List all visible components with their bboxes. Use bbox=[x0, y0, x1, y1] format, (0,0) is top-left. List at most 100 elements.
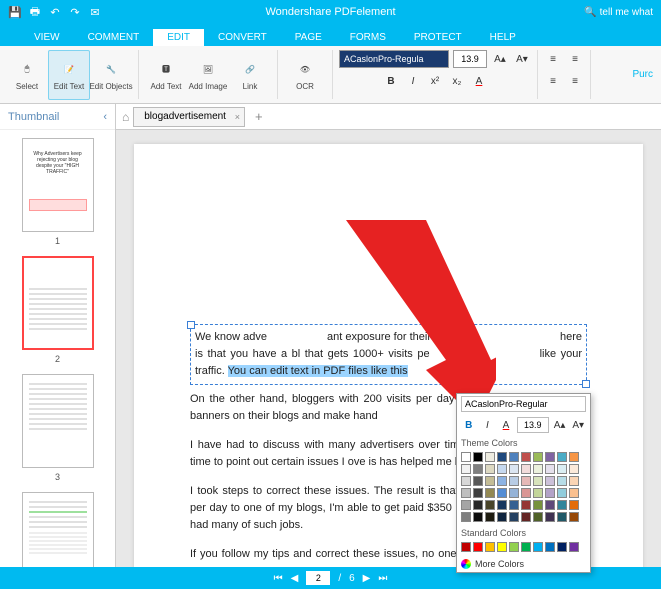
color-swatch[interactable] bbox=[521, 476, 531, 486]
color-swatch[interactable] bbox=[461, 542, 471, 552]
color-swatch[interactable] bbox=[545, 488, 555, 498]
font-name-select[interactable] bbox=[339, 50, 449, 68]
align-center-button[interactable]: ≡ bbox=[566, 50, 584, 68]
color-swatch[interactable] bbox=[461, 452, 471, 462]
align-justify-button[interactable]: ≡ bbox=[566, 72, 584, 90]
color-swatch[interactable] bbox=[485, 500, 495, 510]
more-colors-button[interactable]: More Colors bbox=[457, 556, 590, 572]
color-swatch[interactable] bbox=[461, 500, 471, 510]
first-page-icon[interactable]: ⏮ bbox=[274, 573, 283, 584]
color-swatch[interactable] bbox=[569, 500, 579, 510]
color-swatch[interactable] bbox=[545, 500, 555, 510]
tell-me-search[interactable]: 🔍 tell me what bbox=[584, 7, 653, 18]
color-swatch[interactable] bbox=[509, 512, 519, 522]
color-swatch[interactable] bbox=[485, 464, 495, 474]
add-text-button[interactable]: 🆃Add Text bbox=[145, 50, 187, 100]
color-swatch[interactable] bbox=[509, 488, 519, 498]
color-swatch[interactable] bbox=[569, 464, 579, 474]
color-swatch[interactable] bbox=[521, 542, 531, 552]
font-color-button[interactable]: A bbox=[470, 72, 488, 90]
thumb-page-1[interactable]: Why Advertisers keep rejecting your blog… bbox=[22, 138, 94, 232]
color-swatch[interactable] bbox=[533, 464, 543, 474]
color-swatch[interactable] bbox=[485, 476, 495, 486]
purchase-link[interactable]: Purc bbox=[624, 69, 661, 80]
link-button[interactable]: 🔗Link bbox=[229, 50, 271, 100]
color-swatch[interactable] bbox=[545, 512, 555, 522]
color-swatch[interactable] bbox=[473, 512, 483, 522]
color-swatch[interactable] bbox=[509, 542, 519, 552]
color-swatch[interactable] bbox=[533, 542, 543, 552]
color-swatch[interactable] bbox=[557, 542, 567, 552]
superscript-button[interactable]: x² bbox=[426, 72, 444, 90]
select-button[interactable]: 🖱Select bbox=[6, 50, 48, 100]
color-swatch[interactable] bbox=[473, 464, 483, 474]
color-swatch[interactable] bbox=[557, 500, 567, 510]
edit-text-button[interactable]: 📝Edit Text bbox=[48, 50, 90, 100]
color-swatch[interactable] bbox=[473, 476, 483, 486]
color-swatch[interactable] bbox=[557, 512, 567, 522]
italic-button[interactable]: I bbox=[404, 72, 422, 90]
color-swatch[interactable] bbox=[521, 512, 531, 522]
color-swatch[interactable] bbox=[473, 452, 483, 462]
tab-edit[interactable]: EDIT bbox=[153, 29, 204, 46]
font-size-select[interactable] bbox=[453, 50, 487, 68]
color-swatch[interactable] bbox=[509, 500, 519, 510]
color-swatch[interactable] bbox=[557, 476, 567, 486]
thumb-page-3[interactable] bbox=[22, 374, 94, 468]
color-swatch[interactable] bbox=[461, 488, 471, 498]
prev-page-icon[interactable]: ◀ bbox=[291, 573, 299, 584]
color-swatch[interactable] bbox=[557, 488, 567, 498]
print-icon[interactable]: 🖶 bbox=[28, 5, 42, 19]
color-swatch[interactable] bbox=[533, 452, 543, 462]
color-swatch[interactable] bbox=[569, 452, 579, 462]
color-swatch[interactable] bbox=[497, 512, 507, 522]
tab-comment[interactable]: COMMENT bbox=[74, 29, 154, 46]
shrink-font-icon[interactable]: A▾ bbox=[513, 50, 531, 68]
popup-font-size[interactable] bbox=[517, 417, 549, 433]
color-swatch[interactable] bbox=[521, 488, 531, 498]
color-swatch[interactable] bbox=[509, 464, 519, 474]
bold-button[interactable]: B bbox=[382, 72, 400, 90]
color-swatch[interactable] bbox=[509, 476, 519, 486]
color-swatch[interactable] bbox=[497, 488, 507, 498]
align-right-button[interactable]: ≡ bbox=[544, 72, 562, 90]
color-swatch[interactable] bbox=[557, 452, 567, 462]
color-swatch[interactable] bbox=[533, 500, 543, 510]
popup-font-name[interactable] bbox=[461, 396, 586, 412]
popup-italic[interactable]: I bbox=[480, 416, 496, 434]
add-tab-button[interactable]: + bbox=[249, 109, 269, 124]
color-swatch[interactable] bbox=[497, 476, 507, 486]
color-swatch[interactable] bbox=[569, 542, 579, 552]
color-swatch[interactable] bbox=[509, 452, 519, 462]
save-icon[interactable]: 💾 bbox=[8, 5, 22, 19]
color-swatch[interactable] bbox=[557, 464, 567, 474]
color-swatch[interactable] bbox=[569, 512, 579, 522]
color-swatch[interactable] bbox=[497, 464, 507, 474]
page-number-input[interactable] bbox=[306, 571, 330, 585]
subscript-button[interactable]: x₂ bbox=[448, 72, 466, 90]
color-swatch[interactable] bbox=[545, 542, 555, 552]
grow-font-icon[interactable]: A▴ bbox=[491, 50, 509, 68]
color-swatch[interactable] bbox=[497, 452, 507, 462]
color-swatch[interactable] bbox=[533, 488, 543, 498]
color-swatch[interactable] bbox=[521, 464, 531, 474]
color-swatch[interactable] bbox=[473, 542, 483, 552]
email-icon[interactable]: ✉ bbox=[88, 5, 102, 19]
color-swatch[interactable] bbox=[569, 476, 579, 486]
color-swatch[interactable] bbox=[497, 500, 507, 510]
color-swatch[interactable] bbox=[485, 542, 495, 552]
color-swatch[interactable] bbox=[461, 512, 471, 522]
ocr-button[interactable]: 👁OCR bbox=[284, 50, 326, 100]
color-swatch[interactable] bbox=[473, 488, 483, 498]
tab-protect[interactable]: PROTECT bbox=[400, 29, 476, 46]
last-page-icon[interactable]: ⏭ bbox=[378, 573, 387, 584]
popup-shrink-font[interactable]: A▾ bbox=[570, 416, 586, 434]
tab-view[interactable]: VIEW bbox=[20, 29, 74, 46]
color-swatch[interactable] bbox=[461, 464, 471, 474]
color-swatch[interactable] bbox=[533, 476, 543, 486]
next-page-icon[interactable]: ▶ bbox=[363, 573, 371, 584]
color-swatch[interactable] bbox=[545, 452, 555, 462]
color-swatch[interactable] bbox=[533, 512, 543, 522]
collapse-icon[interactable]: ‹ bbox=[103, 111, 107, 123]
color-swatch[interactable] bbox=[497, 542, 507, 552]
